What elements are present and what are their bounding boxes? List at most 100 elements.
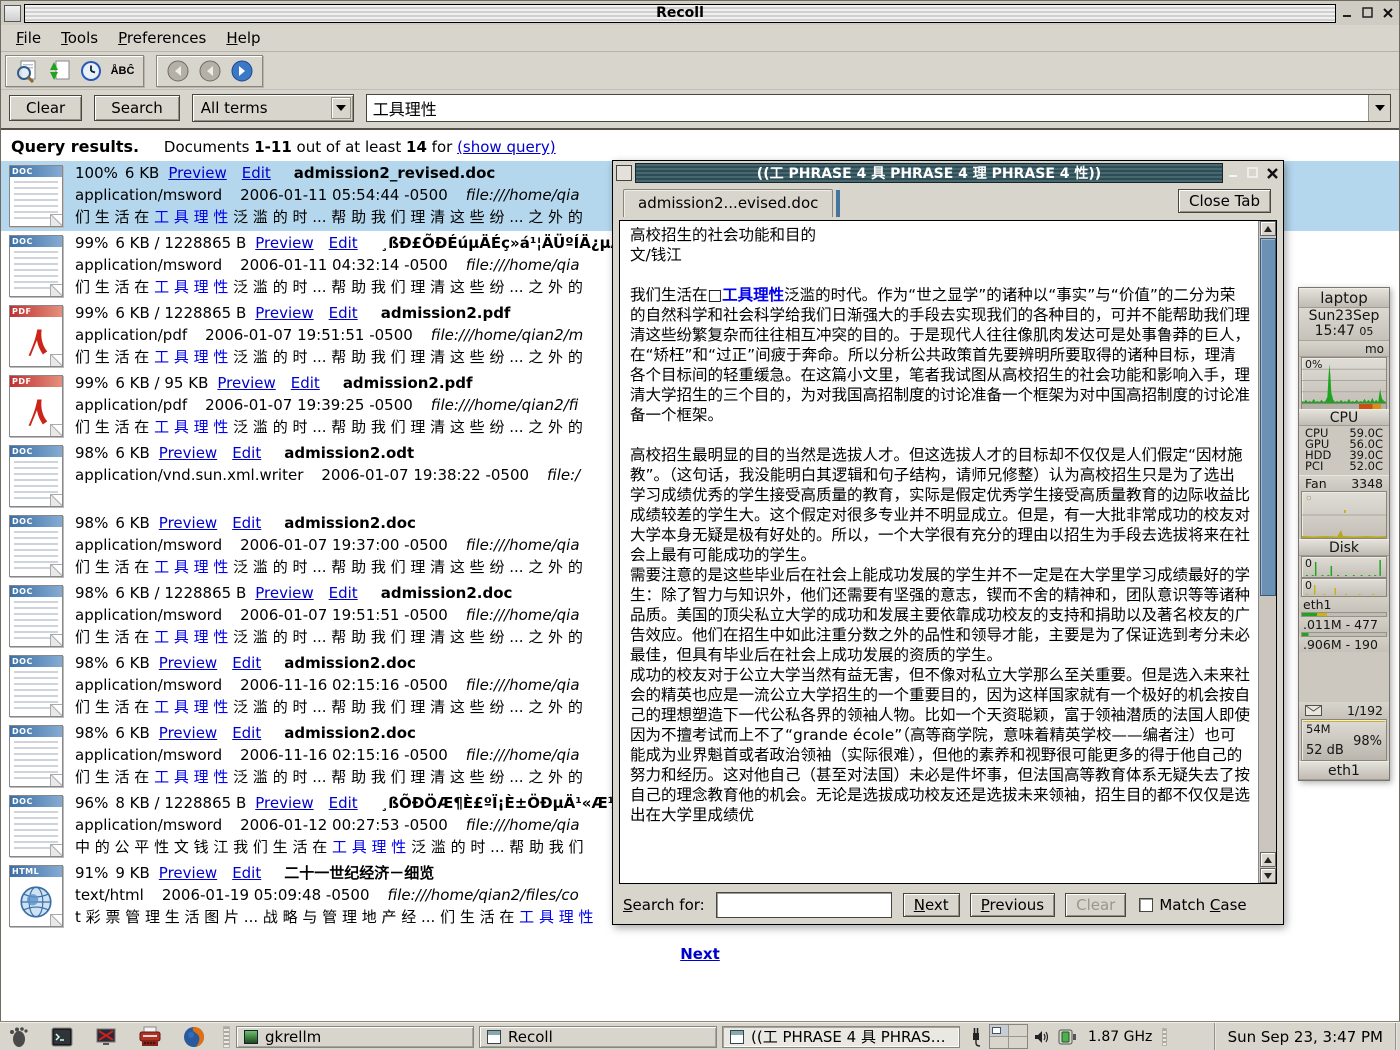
menu-tools[interactable]: Tools: [52, 26, 107, 50]
search-button[interactable]: Search: [94, 95, 180, 121]
disk-section-label: Disk: [1299, 539, 1389, 556]
result-edit-link[interactable]: Edit: [232, 724, 261, 742]
taskbar-task[interactable]: Recoll: [479, 1026, 717, 1048]
power-plug-icon[interactable]: [969, 1027, 983, 1047]
firefox-icon[interactable]: [179, 1025, 209, 1049]
page-fold-icon: [50, 284, 63, 297]
menu-preferences[interactable]: Preferences: [109, 26, 215, 50]
result-size: 6 KB / 1228865 B: [115, 584, 246, 602]
preview-text[interactable]: 高校招生的社会功能和目的文/钱江 我们生活在□工具理性泛滥的时代。作为“世之显学…: [630, 225, 1250, 883]
result-mime: application/msword: [75, 536, 222, 554]
titlebar[interactable]: Recoll: [1, 1, 1399, 25]
result-preview-link[interactable]: Preview: [159, 444, 217, 462]
terminal-icon[interactable]: [47, 1025, 77, 1049]
first-page-icon[interactable]: [164, 58, 191, 84]
result-preview-link[interactable]: Preview: [159, 514, 217, 532]
taskbar-task[interactable]: ((工 PHRASE 4 具 PHRASE ...: [722, 1026, 960, 1048]
scroll-up-icon[interactable]: [1260, 221, 1276, 236]
find-next-button[interactable]: Next: [903, 893, 960, 917]
result-edit-link[interactable]: Edit: [329, 794, 358, 812]
result-url: file:///home/qia: [466, 256, 580, 274]
scroll-up2-icon[interactable]: [1260, 852, 1276, 867]
preview-app-icon: [616, 165, 632, 181]
result-preview-link[interactable]: Preview: [159, 864, 217, 882]
result-edit-link[interactable]: Edit: [291, 374, 320, 392]
preview-tab[interactable]: admission2...evised.doc: [623, 189, 833, 217]
workspace-pager[interactable]: [989, 1024, 1028, 1049]
result-preview-link[interactable]: Preview: [168, 164, 226, 182]
term-explorer-icon[interactable]: ÅBĈ: [109, 58, 136, 84]
search-input[interactable]: [367, 95, 1368, 121]
find-clear-button[interactable]: Clear: [1065, 893, 1126, 917]
scrollbar-thumb[interactable]: [1260, 238, 1276, 596]
result-url: file:///home/qian2/fi: [431, 396, 579, 414]
taskbar-clock[interactable]: Sun Sep 23, 3:47 PM: [1214, 1023, 1397, 1050]
preview-scrollbar[interactable]: [1258, 221, 1276, 883]
result-url: file:///home/qian2/files/co: [388, 886, 579, 904]
find-buttons: Next Previous Clear: [903, 893, 1127, 917]
show-query-link[interactable]: (show query): [457, 138, 556, 156]
menu-help[interactable]: Help: [217, 26, 269, 50]
panel-handle[interactable]: [223, 1026, 230, 1048]
scroll-down-icon[interactable]: [1260, 868, 1276, 883]
menu-file[interactable]: File: [7, 26, 50, 50]
page-fold-icon: [50, 214, 63, 227]
preview-titlebar[interactable]: ((工 PHRASE 4 具 PHRASE 4 理 PHRASE 4 性)): [613, 161, 1283, 185]
app-icon: [4, 5, 21, 22]
result-edit-link[interactable]: Edit: [232, 514, 261, 532]
close-icon[interactable]: [1379, 5, 1396, 22]
preview-close-icon[interactable]: [1264, 165, 1280, 181]
doc-file-icon: DOC: [9, 655, 63, 717]
result-preview-link[interactable]: Preview: [255, 794, 313, 812]
result-preview-link[interactable]: Preview: [217, 374, 275, 392]
preview-paragraph: 高校招生的社会功能和目的: [630, 225, 1250, 245]
preview-minimize-icon[interactable]: [1226, 165, 1242, 181]
cpu-section-label: CPU: [1299, 409, 1389, 426]
result-preview-link[interactable]: Preview: [255, 584, 313, 602]
workspace-3[interactable]: [990, 1037, 1008, 1048]
cpu-freq-icon[interactable]: [1058, 1028, 1078, 1046]
find-previous-button[interactable]: Previous: [970, 893, 1055, 917]
gnome-menu-icon[interactable]: [3, 1025, 33, 1049]
result-edit-link[interactable]: Edit: [329, 304, 358, 322]
close-tab-button[interactable]: Close Tab: [1178, 189, 1271, 213]
result-preview-link[interactable]: Preview: [255, 304, 313, 322]
workspace-4[interactable]: [1009, 1037, 1027, 1048]
result-edit-link[interactable]: Edit: [232, 864, 261, 882]
clear-button[interactable]: Clear: [9, 95, 82, 121]
workspace-2[interactable]: [1009, 1025, 1027, 1036]
typewriter-icon[interactable]: [135, 1025, 165, 1049]
sort-icon[interactable]: [45, 58, 72, 84]
clock-handle[interactable]: [1162, 1028, 1167, 1046]
find-input[interactable]: [716, 892, 892, 918]
workspace-1[interactable]: [990, 1025, 1008, 1036]
query-history-icon[interactable]: [1368, 95, 1390, 121]
minimize-icon[interactable]: [1339, 5, 1356, 22]
result-preview-link[interactable]: Preview: [159, 724, 217, 742]
next-page-link[interactable]: Next: [680, 945, 720, 963]
search-mode-select[interactable]: All terms: [192, 94, 354, 122]
prev-page-icon[interactable]: [196, 58, 223, 84]
result-edit-link[interactable]: Edit: [329, 584, 358, 602]
result-relevance: 98%: [75, 514, 108, 532]
result-mime: application/msword: [75, 256, 222, 274]
taskbar-task[interactable]: gkrellm: [236, 1026, 474, 1048]
volume-icon[interactable]: [1034, 1029, 1052, 1045]
sort-by-date-icon[interactable]: [77, 58, 104, 84]
maximize-icon[interactable]: [1359, 5, 1376, 22]
result-edit-link[interactable]: Edit: [232, 654, 261, 672]
preview-maximize-icon[interactable]: [1245, 165, 1261, 181]
result-url: file:///home/qia: [466, 816, 580, 834]
screen-lock-icon[interactable]: [91, 1025, 121, 1049]
result-preview-link[interactable]: Preview: [159, 654, 217, 672]
next-page-icon[interactable]: [228, 58, 255, 84]
gkrellm-panel[interactable]: laptop Sun23Sep 15:47 05 mo 0% CPU CPU59…: [1298, 287, 1390, 781]
result-edit-link[interactable]: Edit: [232, 444, 261, 462]
result-preview-link[interactable]: Preview: [255, 234, 313, 252]
match-case-checkbox[interactable]: [1139, 898, 1153, 912]
search-docs-icon[interactable]: [13, 58, 40, 84]
net-rx-label: .011M - 477: [1299, 617, 1389, 632]
eth-section-label: eth1: [1299, 597, 1389, 612]
result-edit-link[interactable]: Edit: [242, 164, 271, 182]
result-edit-link[interactable]: Edit: [329, 234, 358, 252]
